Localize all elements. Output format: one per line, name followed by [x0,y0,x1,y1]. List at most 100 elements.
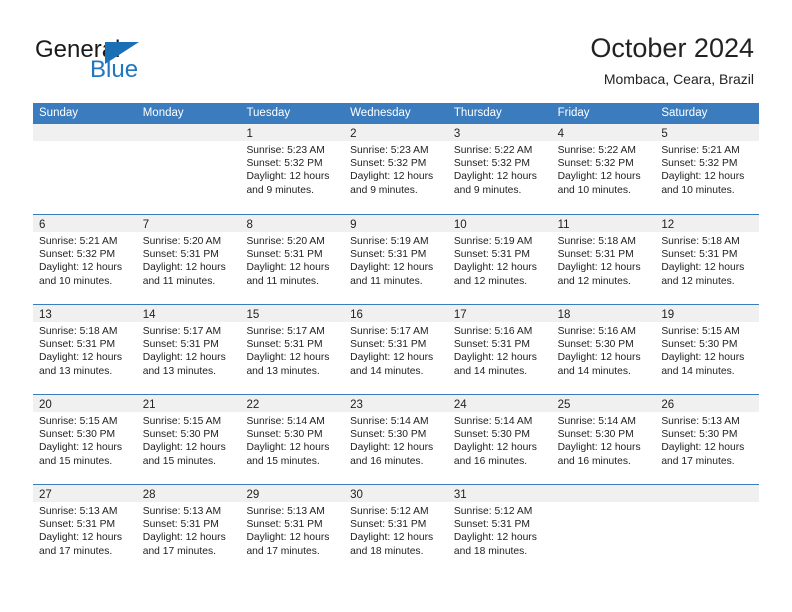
sunrise-time: Sunrise: 5:16 AM [557,326,637,337]
day-number-band: 30 [344,485,448,502]
day-number-band: 10 [447,215,552,232]
sunset-time: Sunset: 5:32 PM [350,158,427,170]
sunrise-time: Sunrise: 5:14 AM [557,416,637,427]
day-number: 21 [142,399,156,411]
calendar-day-cell[interactable]: 12 Sunrise: 5:18 AM Sunset: 5:31 PM Dayligh… [655,215,760,304]
sunset-time: Sunset: 5:32 PM [246,158,323,170]
calendar-day-cell[interactable]: 4 Sunrise: 5:22 AM Sunset: 5:32 PM Daylight… [551,124,656,214]
calendar-day-cell[interactable]: 7 Sunrise: 5:20 AM Sunset: 5:31 PM Daylight… [136,215,241,304]
calendar-day-cell[interactable]: 11 Sunrise: 5:18 AM Sunset: 5:31 PM Dayligh… [551,215,656,304]
day-number: 23 [350,399,363,411]
day-number-band: 22 [240,395,345,412]
day-details: Sunrise: 5:18 AM Sunset: 5:31 PM Daylight:… [33,322,137,378]
calendar-day-cell[interactable]: 1 Sunrise: 5:23 AM Sunset: 5:32 PM Daylight… [240,124,345,214]
calendar-day-cell[interactable]: 22 Sunrise: 5:14 AM Sunset: 5:30 PM Dayligh… [240,395,345,484]
day-number-band: 11 [551,215,656,232]
day-number-band [33,124,137,141]
day-number: 15 [246,309,260,321]
calendar-weeks: 1 Sunrise: 5:23 AM Sunset: 5:32 PM Daylight… [33,124,760,574]
weekday-header-thursday: Thursday [453,107,502,119]
calendar-day-cell[interactable]: 21 Sunrise: 5:15 AM Sunset: 5:30 PM Dayligh… [136,395,241,484]
day-number: 24 [453,399,467,411]
day-number-band: 21 [136,395,241,412]
calendar-day-cell[interactable]: 20 Sunrise: 5:15 AM Sunset: 5:30 PM Dayligh… [33,395,137,484]
day-number: 13 [39,309,52,321]
sunrise-time: Sunrise: 5:19 AM [350,236,429,247]
calendar-grid: Sunday Monday Tuesday Wednesday Thursday Frid… [33,103,760,574]
calendar-day-cell[interactable]: 13 Sunrise: 5:18 AM Sunset: 5:31 PM Dayligh… [33,305,137,394]
sunrise-time: Sunrise: 5:15 AM [39,416,118,427]
day-details: Sunrise: 5:21 AM Sunset: 5:32 PM Daylight:… [655,141,759,197]
day-number: 19 [661,309,675,321]
calendar-day-cell[interactable]: 10 Sunrise: 5:19 AM Sunset: 5:31 PM Dayligh… [447,215,552,304]
sunset-time: Sunset: 5:30 PM [557,429,634,441]
daylight-duration: Daylight: 12 hours and 9 minutes. [453,171,537,196]
calendar-day-cell[interactable]: 16 Sunrise: 5:17 AM Sunset: 5:31 PM Dayligh… [344,305,448,394]
day-number: 25 [557,399,571,411]
day-details: Sunrise: 5:17 AM Sunset: 5:31 PM Daylight:… [240,322,344,378]
calendar-week-row: 1 Sunrise: 5:23 AM Sunset: 5:32 PM Daylight… [33,124,760,214]
calendar-day-cell[interactable]: 27 Sunrise: 5:13 AM Sunset: 5:31 PM Dayligh… [33,485,137,574]
calendar-day-cell[interactable]: 29 Sunrise: 5:13 AM Sunset: 5:31 PM Dayligh… [240,485,345,574]
calendar-day-cell[interactable]: 17 Sunrise: 5:16 AM Sunset: 5:31 PM Dayligh… [447,305,552,394]
calendar-day-cell[interactable]: 28 Sunrise: 5:13 AM Sunset: 5:31 PM Dayligh… [136,485,241,574]
day-number-band: 27 [33,485,137,502]
day-details: Sunrise: 5:19 AM Sunset: 5:31 PM Daylight:… [344,232,448,288]
calendar-day-cell[interactable]: 8 Sunrise: 5:20 AM Sunset: 5:31 PM Daylight… [240,215,345,304]
calendar-day-cell[interactable]: 3 Sunrise: 5:22 AM Sunset: 5:32 PM Daylight… [447,124,552,214]
sunrise-time: Sunrise: 5:15 AM [661,326,740,337]
calendar-day-cell[interactable]: 9 Sunrise: 5:19 AM Sunset: 5:31 PM Daylight… [344,215,448,304]
day-number: 18 [557,309,571,321]
calendar-day-cell[interactable]: 18 Sunrise: 5:16 AM Sunset: 5:30 PM Dayligh… [551,305,656,394]
day-number-band: 14 [136,305,241,322]
calendar-day-cell[interactable]: 5 Sunrise: 5:21 AM Sunset: 5:32 PM Daylight… [655,124,760,214]
daylight-duration: Daylight: 12 hours and 10 minutes. [557,171,641,196]
sunset-time: Sunset: 5:30 PM [246,429,323,441]
day-number-band: 19 [655,305,760,322]
calendar-day-cell[interactable]: 6 Sunrise: 5:21 AM Sunset: 5:32 PM Daylight… [33,215,137,304]
calendar-day-cell[interactable]: 30 Sunrise: 5:12 AM Sunset: 5:31 PM Dayligh… [344,485,448,574]
day-number: 27 [39,489,52,501]
calendar-day-cell[interactable]: 15 Sunrise: 5:17 AM Sunset: 5:31 PM Dayligh… [240,305,345,394]
sunrise-time: Sunrise: 5:18 AM [557,236,637,247]
calendar-day-cell-empty [136,124,241,214]
sunset-time: Sunset: 5:30 PM [39,429,116,441]
sunset-time: Sunset: 5:31 PM [350,249,427,261]
calendar-day-cell[interactable]: 23 Sunrise: 5:14 AM Sunset: 5:30 PM Dayligh… [344,395,448,484]
sunset-time: Sunset: 5:31 PM [453,519,531,531]
day-details: Sunrise: 5:17 AM Sunset: 5:31 PM Daylight:… [344,322,448,378]
logo-text-blue: Blue [90,56,139,83]
calendar-day-cell[interactable]: 2 Sunrise: 5:23 AM Sunset: 5:32 PM Daylight… [344,124,448,214]
day-number: 6 [39,219,46,231]
calendar-day-cell[interactable]: 26 Sunrise: 5:13 AM Sunset: 5:30 PM Dayligh… [655,395,760,484]
day-details: Sunrise: 5:16 AM Sunset: 5:31 PM Daylight:… [448,322,552,378]
day-number: 7 [142,219,150,231]
daylight-duration: Daylight: 12 hours and 17 minutes. [246,532,330,557]
day-details: Sunrise: 5:19 AM Sunset: 5:31 PM Daylight:… [448,232,552,288]
calendar-day-cell[interactable]: 31 Sunrise: 5:12 AM Sunset: 5:31 PM Dayligh… [447,485,552,574]
sunset-time: Sunset: 5:30 PM [661,339,738,351]
day-number: 30 [350,489,363,501]
sunrise-time: Sunrise: 5:13 AM [661,416,740,427]
day-number-band: 26 [655,395,760,412]
day-number: 12 [661,219,675,231]
sunset-time: Sunset: 5:32 PM [39,249,116,261]
calendar-day-cell[interactable]: 24 Sunrise: 5:14 AM Sunset: 5:30 PM Dayligh… [447,395,552,484]
weekday-header-friday: Friday [557,107,590,119]
calendar-day-cell[interactable]: 25 Sunrise: 5:14 AM Sunset: 5:30 PM Dayligh… [551,395,656,484]
day-number: 2 [350,128,357,140]
day-details: Sunrise: 5:18 AM Sunset: 5:31 PM Daylight:… [552,232,656,288]
calendar-day-cell[interactable]: 14 Sunrise: 5:17 AM Sunset: 5:31 PM Dayligh… [136,305,241,394]
daylight-duration: Daylight: 12 hours and 17 minutes. [39,532,122,557]
day-details: Sunrise: 5:13 AM Sunset: 5:31 PM Daylight:… [137,502,241,558]
day-details: Sunrise: 5:13 AM Sunset: 5:31 PM Daylight:… [33,502,137,558]
daylight-duration: Daylight: 12 hours and 14 minutes. [557,352,641,377]
day-number-band: 15 [240,305,345,322]
day-details [33,141,137,144]
daylight-duration: Daylight: 12 hours and 17 minutes. [661,442,745,467]
sunset-time: Sunset: 5:32 PM [661,158,738,170]
sunset-time: Sunset: 5:31 PM [453,339,531,351]
calendar-day-cell[interactable]: 19 Sunrise: 5:15 AM Sunset: 5:30 PM Dayligh… [655,305,760,394]
daylight-duration: Daylight: 12 hours and 16 minutes. [453,442,537,467]
sunset-time: Sunset: 5:30 PM [453,429,531,441]
